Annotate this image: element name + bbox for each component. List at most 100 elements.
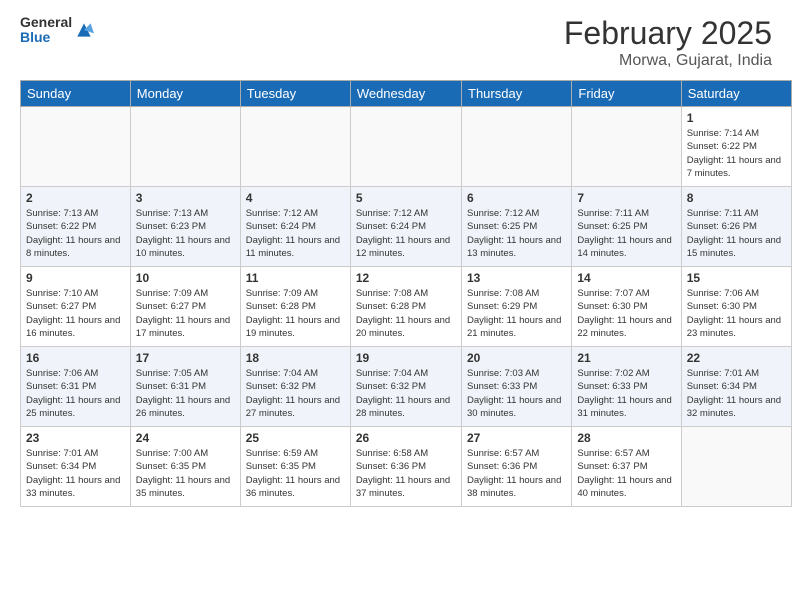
calendar-week-row: 1 Sunrise: 7:14 AM Sunset: 6:22 PM Daylig… — [21, 107, 792, 187]
day-info: Sunrise: 7:08 AM Sunset: 6:29 PM Dayligh… — [467, 287, 566, 340]
day-number: 27 — [467, 431, 566, 445]
table-row: 3 Sunrise: 7:13 AM Sunset: 6:23 PM Daylig… — [130, 187, 240, 267]
day-info: Sunrise: 7:13 AM Sunset: 6:23 PM Dayligh… — [136, 207, 235, 260]
day-info: Sunrise: 7:12 AM Sunset: 6:24 PM Dayligh… — [356, 207, 456, 260]
col-monday: Monday — [130, 81, 240, 107]
table-row: 12Sunrise: 7:08 AM Sunset: 6:28 PM Dayli… — [350, 267, 461, 347]
day-number: 19 — [356, 351, 456, 365]
day-info: Sunrise: 7:04 AM Sunset: 6:32 PM Dayligh… — [246, 367, 345, 420]
col-tuesday: Tuesday — [240, 81, 350, 107]
table-row — [21, 107, 131, 187]
table-row: 27 Sunrise: 6:57 AM Sunset: 6:36 PM Dayli… — [462, 427, 572, 507]
day-number: 7 — [577, 191, 675, 205]
day-info: Sunrise: 7:10 AM Sunset: 6:27 PM Dayligh… — [26, 287, 125, 340]
day-number: 6 — [467, 191, 566, 205]
calendar-header-row: Sunday Monday Tuesday Wednesday Thursday… — [21, 81, 792, 107]
table-row: 6 Sunrise: 7:12 AM Sunset: 6:25 PM Daylig… — [462, 187, 572, 267]
col-friday: Friday — [572, 81, 681, 107]
logo-blue-text: Blue — [20, 30, 72, 45]
table-row: 15 Sunrise: 7:06 AM Sunset: 6:30 PM Dayli… — [681, 267, 791, 347]
day-number: 4 — [246, 191, 345, 205]
day-info: Sunrise: 7:11 AM Sunset: 6:26 PM Dayligh… — [687, 207, 786, 260]
col-sunday: Sunday — [21, 81, 131, 107]
table-row — [681, 427, 791, 507]
col-saturday: Saturday — [681, 81, 791, 107]
month-title: February 2025 — [564, 15, 772, 52]
table-row: 26 Sunrise: 6:58 AM Sunset: 6:36 PM Dayli… — [350, 427, 461, 507]
table-row — [462, 107, 572, 187]
table-row: 20Sunrise: 7:03 AM Sunset: 6:33 PM Dayli… — [462, 347, 572, 427]
day-info: Sunrise: 7:14 AM Sunset: 6:22 PM Dayligh… — [687, 127, 786, 180]
calendar-week-row: 23 Sunrise: 7:01 AM Sunset: 6:34 PM Dayli… — [21, 427, 792, 507]
table-row: 4Sunrise: 7:12 AM Sunset: 6:24 PM Daylig… — [240, 187, 350, 267]
calendar-week-row: 2Sunrise: 7:13 AM Sunset: 6:22 PM Daylig… — [21, 187, 792, 267]
title-block: February 2025 Morwa, Gujarat, India — [564, 15, 772, 70]
table-row: 9Sunrise: 7:10 AM Sunset: 6:27 PM Daylig… — [21, 267, 131, 347]
table-row: 23 Sunrise: 7:01 AM Sunset: 6:34 PM Dayli… — [21, 427, 131, 507]
day-info: Sunrise: 7:07 AM Sunset: 6:30 PM Dayligh… — [577, 287, 675, 340]
day-info: Sunrise: 7:13 AM Sunset: 6:22 PM Dayligh… — [26, 207, 125, 260]
day-info: Sunrise: 7:06 AM Sunset: 6:30 PM Dayligh… — [687, 287, 786, 340]
day-number: 23 — [26, 431, 125, 445]
day-number: 28 — [577, 431, 675, 445]
day-info: Sunrise: 7:09 AM Sunset: 6:27 PM Dayligh… — [136, 287, 235, 340]
table-row: 28 Sunrise: 6:57 AM Sunset: 6:37 PM Dayli… — [572, 427, 681, 507]
day-info: Sunrise: 7:12 AM Sunset: 6:25 PM Dayligh… — [467, 207, 566, 260]
day-number: 14 — [577, 271, 675, 285]
table-row: 7 Sunrise: 7:11 AM Sunset: 6:25 PM Daylig… — [572, 187, 681, 267]
page-header: General Blue February 2025 Morwa, Gujara… — [0, 0, 792, 80]
table-row: 16 Sunrise: 7:06 AM Sunset: 6:31 PM Dayli… — [21, 347, 131, 427]
table-row — [350, 107, 461, 187]
day-info: Sunrise: 7:01 AM Sunset: 6:34 PM Dayligh… — [26, 447, 125, 500]
location: Morwa, Gujarat, India — [564, 52, 772, 70]
day-info: Sunrise: 7:11 AM Sunset: 6:25 PM Dayligh… — [577, 207, 675, 260]
table-row: 14 Sunrise: 7:07 AM Sunset: 6:30 PM Dayli… — [572, 267, 681, 347]
day-number: 10 — [136, 271, 235, 285]
day-number: 20 — [467, 351, 566, 365]
day-number: 13 — [467, 271, 566, 285]
table-row: 17 Sunrise: 7:05 AM Sunset: 6:31 PM Dayli… — [130, 347, 240, 427]
table-row: 24 Sunrise: 7:00 AM Sunset: 6:35 PM Dayli… — [130, 427, 240, 507]
day-number: 22 — [687, 351, 786, 365]
day-info: Sunrise: 7:00 AM Sunset: 6:35 PM Dayligh… — [136, 447, 235, 500]
calendar-week-row: 16 Sunrise: 7:06 AM Sunset: 6:31 PM Dayli… — [21, 347, 792, 427]
table-row: 2Sunrise: 7:13 AM Sunset: 6:22 PM Daylig… — [21, 187, 131, 267]
day-number: 8 — [687, 191, 786, 205]
day-number: 1 — [687, 111, 786, 125]
day-number: 18 — [246, 351, 345, 365]
table-row: 18 Sunrise: 7:04 AM Sunset: 6:32 PM Dayli… — [240, 347, 350, 427]
table-row — [572, 107, 681, 187]
day-number: 16 — [26, 351, 125, 365]
col-thursday: Thursday — [462, 81, 572, 107]
day-info: Sunrise: 6:57 AM Sunset: 6:37 PM Dayligh… — [577, 447, 675, 500]
day-info: Sunrise: 7:09 AM Sunset: 6:28 PM Dayligh… — [246, 287, 345, 340]
day-info: Sunrise: 7:01 AM Sunset: 6:34 PM Dayligh… — [687, 367, 786, 420]
day-number: 24 — [136, 431, 235, 445]
day-number: 11 — [246, 271, 345, 285]
day-info: Sunrise: 6:59 AM Sunset: 6:35 PM Dayligh… — [246, 447, 345, 500]
day-info: Sunrise: 6:57 AM Sunset: 6:36 PM Dayligh… — [467, 447, 566, 500]
day-info: Sunrise: 7:06 AM Sunset: 6:31 PM Dayligh… — [26, 367, 125, 420]
table-row: 21 Sunrise: 7:02 AM Sunset: 6:33 PM Dayli… — [572, 347, 681, 427]
day-number: 21 — [577, 351, 675, 365]
table-row: 22 Sunrise: 7:01 AM Sunset: 6:34 PM Dayli… — [681, 347, 791, 427]
day-info: Sunrise: 7:04 AM Sunset: 6:32 PM Dayligh… — [356, 367, 456, 420]
day-info: Sunrise: 7:08 AM Sunset: 6:28 PM Dayligh… — [356, 287, 456, 340]
day-info: Sunrise: 7:02 AM Sunset: 6:33 PM Dayligh… — [577, 367, 675, 420]
calendar-wrapper: Sunday Monday Tuesday Wednesday Thursday… — [0, 80, 792, 517]
table-row: 11 Sunrise: 7:09 AM Sunset: 6:28 PM Dayli… — [240, 267, 350, 347]
day-info: Sunrise: 7:05 AM Sunset: 6:31 PM Dayligh… — [136, 367, 235, 420]
table-row: 5Sunrise: 7:12 AM Sunset: 6:24 PM Daylig… — [350, 187, 461, 267]
table-row: 10 Sunrise: 7:09 AM Sunset: 6:27 PM Dayli… — [130, 267, 240, 347]
day-number: 3 — [136, 191, 235, 205]
day-number: 25 — [246, 431, 345, 445]
day-info: Sunrise: 6:58 AM Sunset: 6:36 PM Dayligh… — [356, 447, 456, 500]
logo-icon — [74, 20, 94, 40]
table-row — [240, 107, 350, 187]
col-wednesday: Wednesday — [350, 81, 461, 107]
day-number: 15 — [687, 271, 786, 285]
day-number: 17 — [136, 351, 235, 365]
calendar-table: Sunday Monday Tuesday Wednesday Thursday… — [20, 80, 792, 507]
day-number: 26 — [356, 431, 456, 445]
calendar-week-row: 9Sunrise: 7:10 AM Sunset: 6:27 PM Daylig… — [21, 267, 792, 347]
